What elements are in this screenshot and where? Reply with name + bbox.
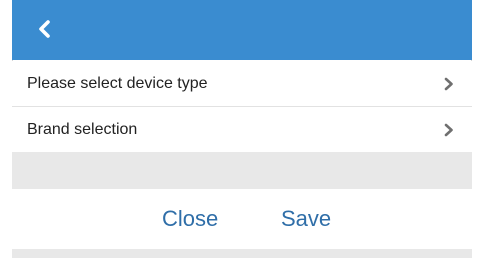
chevron-right-icon	[444, 123, 453, 137]
back-button[interactable]	[30, 14, 58, 44]
chevron-left-icon	[39, 20, 50, 38]
header-bar	[12, 0, 472, 60]
list-item-brand-selection[interactable]: Brand selection	[12, 107, 472, 152]
device-type-label: Please select device type	[27, 74, 208, 92]
save-button[interactable]: Save	[281, 189, 331, 249]
brand-selection-label: Brand selection	[27, 120, 138, 138]
close-button[interactable]: Close	[162, 189, 218, 249]
bottom-divider	[12, 249, 472, 258]
device-selection-screen: Please select device type Brand selectio…	[0, 0, 484, 258]
chevron-right-icon	[444, 77, 453, 91]
list-item-device-type[interactable]: Please select device type	[12, 61, 472, 107]
section-divider	[12, 152, 472, 189]
action-bar: Close Save	[12, 189, 472, 249]
